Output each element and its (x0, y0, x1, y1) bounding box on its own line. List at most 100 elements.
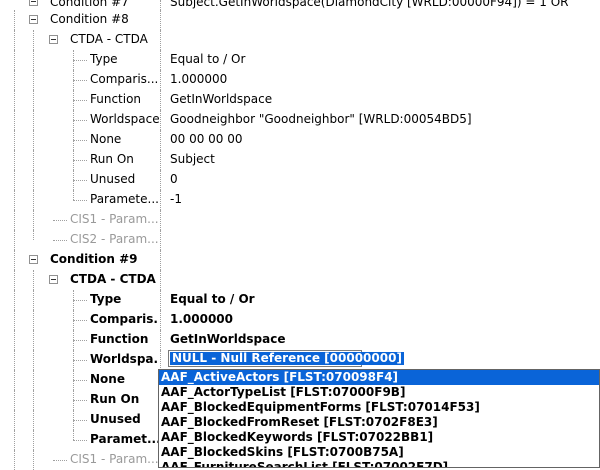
row-value[interactable]: Goodneighbor "Goodneighbor" [WRLD:00054B… (170, 110, 472, 130)
tree-line (14, 130, 15, 150)
tree-row-cis1[interactable]: CIS1 - Param... (0, 210, 600, 230)
column-divider (160, 70, 161, 90)
dropdown-option[interactable]: AAF_BlockedFromReset [FLST:0702F8E3] (159, 415, 599, 430)
tree-line (73, 160, 87, 161)
row-name: Run On (90, 152, 134, 166)
row-value[interactable]: 00 00 00 00 (170, 130, 243, 150)
tree-line (73, 380, 87, 381)
tree-line (73, 180, 87, 181)
tree-line (53, 460, 67, 461)
worldspace-input-text[interactable]: NULL - Null Reference [00000000] (170, 352, 404, 365)
collapse-toggle-icon[interactable] (29, 0, 38, 6)
tree-line (14, 370, 15, 390)
tree-line (73, 200, 87, 201)
tree-row-function[interactable]: Function GetInWorldspace (0, 330, 600, 350)
tree-row-function[interactable]: Function GetInWorldspace (0, 90, 600, 110)
row-value[interactable]: -1 (170, 190, 182, 210)
tree-line (53, 240, 67, 241)
dropdown-option[interactable]: AAF_BlockedSkins [FLST:0700B75A] (159, 445, 599, 460)
row-value[interactable]: 0 (170, 170, 178, 190)
tree-line (14, 450, 15, 470)
row-value[interactable]: GetInWorldspace (170, 90, 272, 110)
tree-row-unused[interactable]: Unused 0 (0, 170, 600, 190)
row-name: Condition #8 (50, 12, 129, 26)
tree-row-none[interactable]: None 00 00 00 00 (0, 130, 600, 150)
tree-row-comparison[interactable]: Comparis... 1.000000 (0, 310, 600, 330)
tree-line (14, 170, 15, 190)
tree-line (53, 220, 67, 221)
tree-row-condition-8[interactable]: Condition #8 (0, 10, 600, 30)
row-value[interactable]: Equal to / Or (170, 50, 245, 70)
tree-row-ctda[interactable]: CTDA - CTDA (0, 30, 600, 50)
collapse-toggle-icon[interactable] (29, 15, 38, 24)
tree-line (14, 290, 15, 310)
tree-line (73, 340, 87, 341)
collapse-toggle-icon[interactable] (29, 255, 38, 264)
tree-line (33, 70, 34, 90)
row-name: Type (90, 292, 122, 306)
row-name: Unused (90, 412, 141, 426)
tree-row-cis2[interactable]: CIS2 - Param... (0, 230, 600, 250)
dropdown-option[interactable]: AAF_FurnitureSearchList [FLST:07002F7D] (159, 460, 599, 467)
row-name: Run On (90, 392, 140, 406)
column-divider (160, 210, 161, 230)
dropdown-option[interactable]: AAF_BlockedKeywords [FLST:07022BB1] (159, 430, 599, 445)
tree-line (33, 210, 34, 230)
column-divider (160, 50, 161, 70)
tree-line (33, 410, 34, 430)
row-name: CIS1 - Param... (70, 452, 158, 466)
column-divider (160, 90, 161, 110)
column-divider (160, 310, 161, 330)
column-divider (160, 110, 161, 130)
tree-row-condition-9[interactable]: Condition #9 (0, 250, 600, 270)
tree-line (33, 450, 34, 470)
row-name: Worldspace (90, 112, 160, 126)
row-value[interactable]: Equal to / Or (170, 290, 255, 310)
row-name: None (90, 372, 125, 386)
row-name: CTDA - CTDA (70, 272, 156, 286)
dropdown-option[interactable]: AAF_ActorTypeList [FLST:07000F9B] (159, 385, 599, 400)
tree-line (73, 100, 87, 101)
tree-line (33, 170, 34, 190)
tree-row-worldspace[interactable]: Worldspace Goodneighbor "Goodneighbor" [… (0, 110, 600, 130)
tree-row-type[interactable]: Type Equal to / Or (0, 50, 600, 70)
tree-line (14, 90, 15, 110)
tree-row-comparison[interactable]: Comparis... 1.000000 (0, 70, 600, 90)
row-name: CTDA - CTDA (70, 32, 148, 46)
tree-line (73, 360, 87, 361)
tree-line (73, 120, 87, 121)
tree-line (14, 250, 15, 270)
dropdown-option[interactable]: AAF_ActiveActors [FLST:070098F4] (159, 370, 599, 385)
tree-line (33, 190, 34, 210)
column-divider (160, 350, 161, 370)
column-divider (160, 230, 161, 250)
tree-row-ctda[interactable]: CTDA - CTDA (0, 270, 600, 290)
tree-line (73, 440, 87, 441)
tree-line (73, 320, 87, 321)
collapse-toggle-icon[interactable] (49, 275, 58, 284)
tree-line (14, 390, 15, 410)
column-divider (160, 290, 161, 310)
column-divider (160, 170, 161, 190)
collapse-toggle-icon[interactable] (49, 35, 58, 44)
row-value[interactable]: 1.000000 (170, 70, 227, 90)
worldspace-combo-input[interactable]: NULL - Null Reference [00000000] (168, 350, 404, 367)
dropdown-option[interactable]: AAF_BlockedEquipmentForms [FLST:07014F53… (159, 400, 599, 415)
row-name: Paramet... (90, 432, 158, 446)
worldspace-dropdown-list[interactable]: AAF_ActiveActors [FLST:070098F4] AAF_Act… (158, 369, 600, 468)
column-divider (160, 190, 161, 210)
row-name: CIS1 - Param... (70, 212, 158, 226)
row-value[interactable]: Subject (170, 150, 215, 170)
tree-row-type[interactable]: Type Equal to / Or (0, 290, 600, 310)
row-value[interactable]: 1.000000 (170, 310, 233, 330)
tree-line (14, 430, 15, 450)
tree-line (14, 230, 15, 250)
tree-row-parameter[interactable]: Paramete... -1 (0, 190, 600, 210)
tree-row-run-on[interactable]: Run On Subject (0, 150, 600, 170)
tree-line (33, 270, 34, 290)
tree-line (14, 350, 15, 370)
tree-line (73, 60, 87, 61)
tree-line (73, 300, 87, 301)
row-value[interactable]: GetInWorldspace (170, 330, 286, 350)
column-divider (160, 150, 161, 170)
